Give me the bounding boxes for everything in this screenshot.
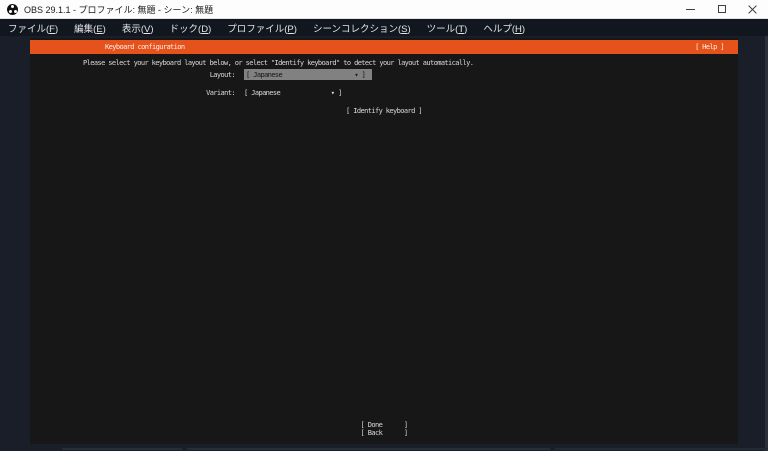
menu-label: 編集( [74, 23, 97, 35]
done-button[interactable]: [ Done ] [30, 421, 738, 429]
menu-label: ) [521, 23, 526, 35]
menu-item-view[interactable]: 表示(V) [114, 21, 162, 35]
menu-accel: H [514, 23, 522, 35]
dock-divider [187, 448, 550, 450]
window-titlebar: OBS 29.1.1 - プロファイル: 無題 - シーン: 無題 [0, 0, 768, 19]
back-button[interactable]: [ Back ] [30, 429, 738, 437]
menu-item-scene-collection[interactable]: シーンコレクション(S) [305, 21, 419, 35]
menu-label: ) [54, 23, 59, 35]
installer-header-title: Keyboard configuration [105, 43, 185, 51]
menu-label: ドック( [169, 23, 202, 35]
menu-label: シーンコレクション( [312, 23, 402, 35]
variant-select[interactable]: [ Japanese ▾ ] [244, 89, 342, 97]
layout-select[interactable]: [ Japanese ▾ ] [244, 69, 372, 80]
menu-item-docks[interactable]: ドック(D) [162, 21, 220, 35]
menu-label: ツール( [426, 23, 459, 35]
menu-bar: ファイル(F) 編集(E) 表示(V) ドック(D) プロファイル(P) シーン… [0, 19, 768, 36]
close-button[interactable] [737, 0, 768, 19]
menu-label: ファイル( [8, 23, 50, 35]
menu-label: ヘルプ( [483, 23, 515, 35]
menu-label: ) [102, 23, 106, 35]
minimize-icon [686, 8, 695, 10]
menu-item-help[interactable]: ヘルプ(H) [475, 21, 533, 35]
menu-item-tools[interactable]: ツール(T) [419, 21, 476, 35]
variant-field-label: Variant: [206, 89, 236, 97]
maximize-button[interactable] [706, 0, 737, 19]
layout-field-label: Layout: [209, 71, 236, 79]
menu-item-edit[interactable]: 編集(E) [66, 21, 114, 35]
help-button[interactable]: [ Help ] [695, 43, 725, 51]
menu-item-profile[interactable]: プロファイル(P) [219, 21, 305, 35]
window-title: OBS 29.1.1 - プロファイル: 無題 - シーン: 無題 [24, 4, 214, 15]
menu-label: プロファイル( [227, 23, 288, 35]
menu-label: ) [407, 23, 411, 35]
installer-instruction: Please select your keyboard layout below… [83, 59, 474, 67]
maximize-icon [717, 5, 726, 13]
minimize-button[interactable] [675, 0, 706, 19]
obs-logo-icon [7, 3, 18, 15]
installer-header-bar: Keyboard configuration [ Help ] [30, 40, 738, 54]
menu-label: ) [208, 23, 212, 35]
close-icon [748, 5, 757, 14]
menu-label: 表示( [121, 23, 145, 35]
preview-screen: Keyboard configuration [ Help ] Please s… [30, 38, 738, 444]
dock-divider [555, 448, 768, 450]
menu-item-file[interactable]: ファイル(F) [0, 21, 66, 35]
identify-keyboard-button[interactable]: [ Identify keyboard ] [30, 107, 738, 115]
menu-label: ) [464, 23, 468, 35]
menu-label: ) [293, 23, 297, 35]
menu-label: ) [150, 23, 154, 35]
window-controls [675, 0, 768, 19]
dock-divider [62, 448, 182, 450]
